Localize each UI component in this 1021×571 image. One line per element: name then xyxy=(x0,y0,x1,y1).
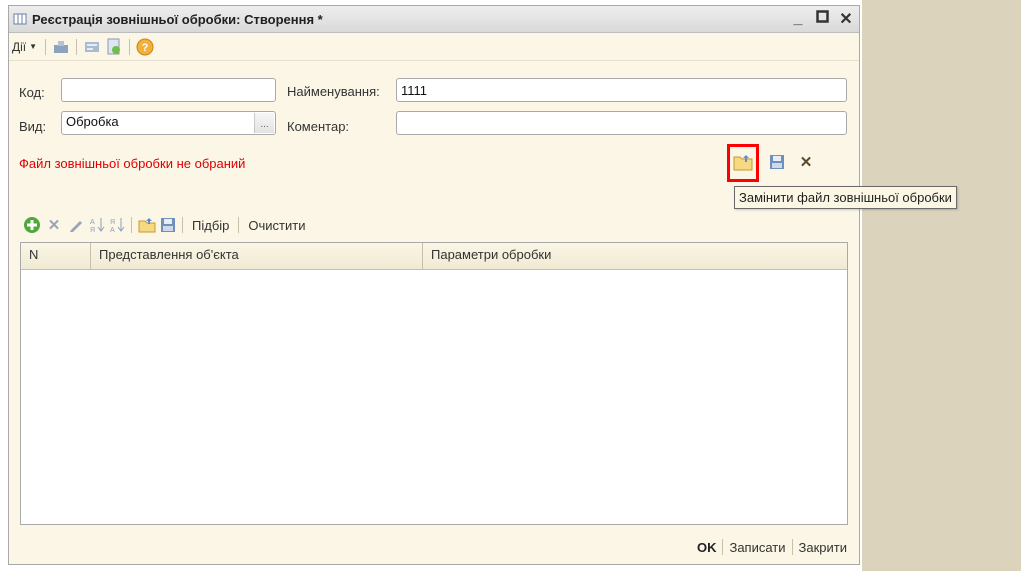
sort-ascending-icon: AЯ xyxy=(90,218,105,234)
add-row-button[interactable] xyxy=(21,214,43,236)
clear-file-button[interactable]: ✕ xyxy=(797,152,815,172)
window-title: Реєстрація зовнішньої обробки: Створення… xyxy=(32,11,323,27)
clear-button[interactable]: Очистити xyxy=(243,218,310,233)
document-new-icon[interactable] xyxy=(103,36,125,58)
folder-upload-icon xyxy=(138,218,156,233)
replace-file-tooltip: Замінити файл зовнішньої обробки xyxy=(734,186,957,209)
column-header-n[interactable]: N xyxy=(21,243,91,269)
close-icon: ✕ xyxy=(799,154,813,171)
title-bar: Реєстрація зовнішньої обробки: Створення… xyxy=(9,6,859,33)
svg-text:Я: Я xyxy=(110,219,115,226)
save-file-button[interactable] xyxy=(767,152,787,172)
post-icon[interactable] xyxy=(50,36,72,58)
code-label: Код: xyxy=(19,85,45,100)
highlight-box xyxy=(727,144,759,182)
main-toolbar: Дії ▼ ? xyxy=(9,33,859,61)
maximize-button[interactable] xyxy=(815,10,829,28)
form-icon xyxy=(13,12,27,26)
sort-descending-icon: ЯA xyxy=(110,218,125,234)
table-toolbar: ✕ AЯ ЯA Підбір Очистити xyxy=(21,214,310,236)
kind-select-button[interactable]: ... xyxy=(254,113,274,133)
kind-field[interactable]: Обробка ... xyxy=(61,111,276,135)
chevron-down-icon: ▼ xyxy=(29,42,38,51)
kind-label: Вид: xyxy=(19,119,47,134)
pencil-icon xyxy=(70,221,82,232)
comment-field[interactable] xyxy=(396,111,847,135)
table-header: N Представлення об'єкта Параметри обробк… xyxy=(21,243,847,270)
ok-button[interactable]: OK xyxy=(691,540,723,555)
desktop-background xyxy=(862,0,1021,571)
actions-menu-label: Дії xyxy=(12,39,27,54)
registration-window: Реєстрація зовнішньої обробки: Створення… xyxy=(8,5,860,565)
code-field[interactable] xyxy=(61,78,276,102)
column-header-params[interactable]: Параметри обробки xyxy=(423,243,847,269)
file-status-text: Файл зовнішньої обробки не обраний xyxy=(19,156,246,171)
processing-table[interactable]: N Представлення об'єкта Параметри обробк… xyxy=(20,242,848,525)
edit-row-button[interactable] xyxy=(65,214,87,236)
svg-text:A: A xyxy=(90,219,95,226)
form-list-icon[interactable] xyxy=(81,36,103,58)
minimize-button[interactable]: _ xyxy=(791,10,805,28)
save-table-button[interactable] xyxy=(158,214,178,236)
help-icon[interactable]: ? xyxy=(134,36,156,58)
floppy-disk-icon xyxy=(161,218,175,232)
name-label: Найменування: xyxy=(287,84,380,99)
floppy-disk-icon xyxy=(770,155,784,169)
name-field[interactable] xyxy=(396,78,847,102)
close-button[interactable]: Закрити xyxy=(793,540,853,555)
pick-button[interactable]: Підбір xyxy=(187,218,234,233)
delete-row-button[interactable]: ✕ xyxy=(43,214,65,236)
kind-value: Обробка xyxy=(66,114,119,129)
close-window-button[interactable]: ✕ xyxy=(839,9,853,29)
actions-menu-button[interactable]: Дії ▼ xyxy=(9,36,41,58)
delete-icon: ✕ xyxy=(47,217,61,234)
sort-asc-button[interactable]: AЯ xyxy=(87,214,107,236)
column-header-object[interactable]: Представлення об'єкта xyxy=(91,243,423,269)
svg-text:Я: Я xyxy=(90,227,95,234)
svg-text:?: ? xyxy=(142,42,149,54)
sort-desc-button[interactable]: ЯA xyxy=(107,214,127,236)
save-button[interactable]: Записати xyxy=(723,540,791,555)
add-icon xyxy=(24,217,40,233)
load-file-button[interactable] xyxy=(136,214,158,236)
comment-label: Коментар: xyxy=(287,119,350,134)
svg-text:A: A xyxy=(110,227,115,234)
form-footer: OK Записати Закрити xyxy=(9,530,859,564)
